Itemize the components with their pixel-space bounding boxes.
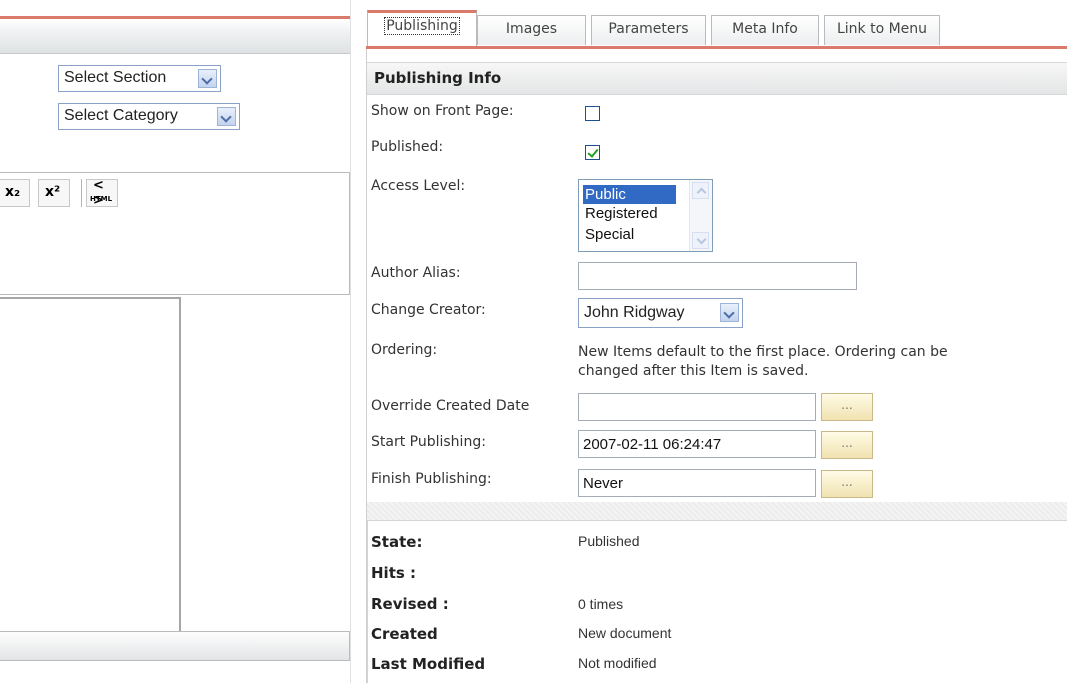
- author-alias-label: Author Alias:: [371, 265, 461, 281]
- show-front-page-checkbox[interactable]: [585, 106, 600, 121]
- ordering-note-line-2: changed after this Item is saved.: [578, 363, 809, 379]
- last-modified-value: Not modified: [578, 655, 657, 671]
- tab-link-to-menu-label: Link to Menu: [836, 21, 928, 37]
- ordering-note-line-1: New Items default to the first place. Or…: [578, 344, 948, 360]
- creator-select-value: John Ridgway: [584, 304, 685, 321]
- start-publishing-label: Start Publishing:: [371, 434, 486, 450]
- subscript-icon: x₂: [5, 184, 21, 200]
- tab-parameters-label: Parameters: [608, 21, 689, 37]
- scroll-down-icon[interactable]: [692, 232, 709, 249]
- state-label: State:: [371, 533, 423, 551]
- publishing-info-heading: Publishing Info: [367, 62, 1067, 95]
- tab-images[interactable]: Images: [477, 15, 586, 45]
- listbox-scrollbar[interactable]: [689, 180, 712, 251]
- superscript-icon: x²: [45, 184, 61, 200]
- editor-header-bar: [0, 16, 350, 54]
- access-level-listbox[interactable]: Public Registered Special: [578, 179, 713, 252]
- access-option-special[interactable]: Special: [583, 225, 676, 244]
- created-value: New document: [578, 625, 672, 641]
- change-creator-label: Change Creator:: [371, 302, 486, 318]
- ordering-note: New Items default to the first place. Or…: [578, 343, 948, 381]
- scroll-up-icon[interactable]: [692, 182, 709, 199]
- editor-status-bar: [0, 631, 350, 661]
- finish-publishing-input[interactable]: Never: [578, 469, 816, 497]
- html-icon-label: HTML: [90, 195, 113, 203]
- revised-label: Revised :: [371, 595, 449, 613]
- creator-select[interactable]: John Ridgway: [578, 298, 743, 328]
- tab-publishing-label: Publishing: [384, 17, 460, 35]
- section-select[interactable]: Select Section: [58, 65, 221, 92]
- author-alias-input[interactable]: [578, 262, 857, 290]
- editor-content-area[interactable]: [0, 297, 181, 631]
- subscript-button[interactable]: x₂: [0, 179, 30, 207]
- published-checkbox[interactable]: [585, 145, 600, 160]
- chevron-down-icon[interactable]: [720, 303, 739, 322]
- category-select-value: Select Category: [64, 107, 178, 124]
- tab-meta-info-label: Meta Info: [732, 21, 798, 37]
- revised-value: 0 times: [578, 596, 624, 612]
- start-publishing-calendar-button[interactable]: ...: [821, 431, 873, 459]
- tab-images-label: Images: [505, 21, 558, 37]
- state-value: Published: [578, 533, 640, 549]
- created-label: Created: [371, 625, 438, 643]
- finish-publishing-label: Finish Publishing:: [371, 471, 492, 487]
- tab-meta-info[interactable]: Meta Info: [711, 15, 819, 45]
- tab-link-to-menu[interactable]: Link to Menu: [824, 15, 940, 45]
- start-publishing-input[interactable]: 2007-02-11 06:24:47: [578, 430, 816, 458]
- pane-divider: [350, 0, 351, 683]
- tab-publishing[interactable]: Publishing: [367, 10, 477, 46]
- published-label: Published:: [371, 139, 444, 155]
- tab-parameters[interactable]: Parameters: [591, 15, 706, 45]
- override-created-input[interactable]: [578, 393, 816, 421]
- chevron-down-icon[interactable]: [217, 107, 236, 126]
- show-front-page-label: Show on Front Page:: [371, 103, 514, 119]
- html-source-button[interactable]: < > HTML: [86, 178, 118, 208]
- code-icon: < >: [93, 178, 104, 208]
- section-separator: [367, 502, 1067, 520]
- ordering-label: Ordering:: [371, 342, 438, 358]
- access-option-registered[interactable]: Registered: [583, 204, 676, 223]
- finish-publishing-calendar-button[interactable]: ...: [821, 470, 873, 498]
- hits-label: Hits :: [371, 564, 417, 582]
- override-created-label: Override Created Date: [371, 398, 530, 414]
- superscript-button[interactable]: x²: [38, 179, 70, 207]
- last-modified-label: Last Modified: [371, 655, 486, 673]
- section-select-value: Select Section: [64, 69, 167, 86]
- override-created-calendar-button[interactable]: ...: [821, 393, 873, 421]
- access-option-public[interactable]: Public: [583, 185, 676, 204]
- access-level-label: Access Level:: [371, 178, 466, 194]
- chevron-down-icon[interactable]: [198, 69, 217, 88]
- toolbar-separator: [81, 179, 82, 207]
- category-select[interactable]: Select Category: [58, 103, 240, 130]
